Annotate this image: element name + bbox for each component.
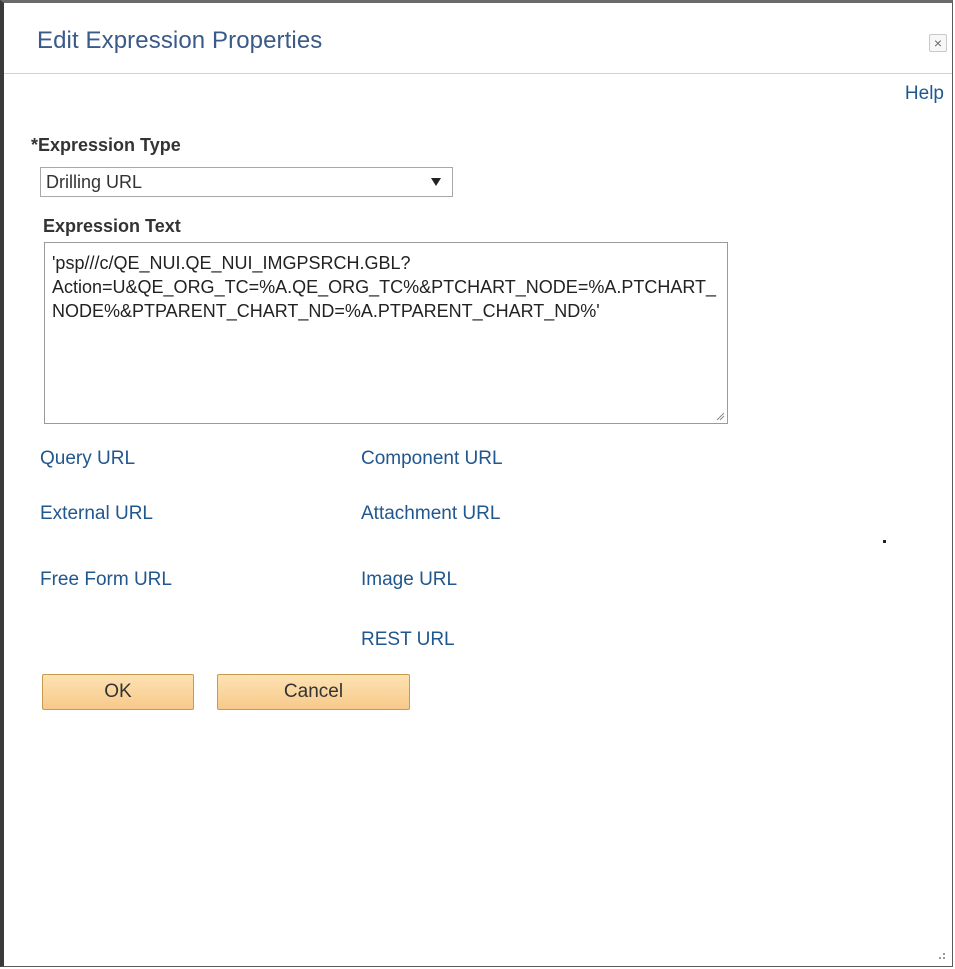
dialog-titlebar: Edit Expression Properties × (4, 3, 952, 74)
ok-button[interactable]: OK (42, 674, 194, 710)
expression-text-value: 'psp///c/QE_NUI.QE_NUI_IMGPSRCH.GBL? Act… (52, 253, 717, 321)
close-button[interactable]: × (929, 34, 947, 52)
dialog-resize-icon[interactable] (936, 950, 946, 960)
chevron-down-icon (431, 178, 441, 186)
expression-text-label: Expression Text (43, 216, 181, 236)
query-url-link[interactable]: Query URL (40, 448, 135, 470)
expression-text-area[interactable]: 'psp///c/QE_NUI.QE_NUI_IMGPSRCH.GBL? Act… (44, 242, 728, 424)
expression-type-value: Drilling URL (46, 172, 143, 192)
dialog-title: Edit Expression Properties (37, 27, 323, 54)
attachment-url-link[interactable]: Attachment URL (361, 503, 500, 525)
help-link[interactable]: Help (905, 83, 944, 105)
free-form-url-link[interactable]: Free Form URL (40, 569, 172, 591)
cancel-button[interactable]: Cancel (217, 674, 410, 710)
resize-grip-icon[interactable] (715, 411, 725, 421)
expression-type-select[interactable]: Drilling URL (40, 167, 453, 197)
external-url-link[interactable]: External URL (40, 503, 153, 525)
component-url-link[interactable]: Component URL (361, 448, 503, 470)
close-icon: × (933, 35, 943, 51)
stray-dot (883, 540, 886, 543)
rest-url-link[interactable]: REST URL (361, 629, 455, 651)
expression-type-label: *Expression Type (31, 135, 181, 155)
image-url-link[interactable]: Image URL (361, 569, 457, 591)
edit-expression-dialog: Edit Expression Properties × Help *Expre… (0, 0, 953, 967)
